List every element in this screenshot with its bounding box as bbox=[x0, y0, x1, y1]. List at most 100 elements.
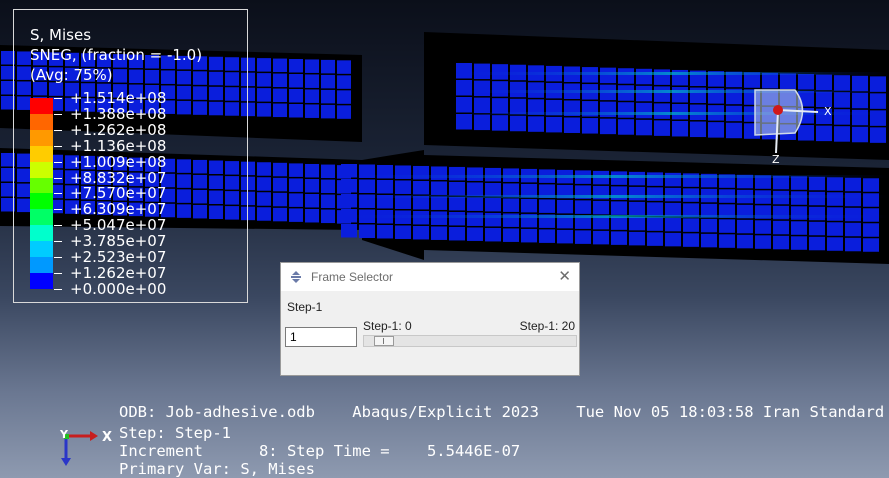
mesh-element bbox=[305, 178, 319, 193]
mesh-element bbox=[719, 219, 735, 233]
mesh-element bbox=[377, 179, 393, 194]
mesh-element bbox=[289, 74, 303, 88]
mesh-element bbox=[305, 89, 319, 103]
mesh-element bbox=[431, 196, 447, 210]
mesh-element bbox=[289, 163, 303, 177]
increment-info-line: Increment 8: Step Time = 5.5446E-07 bbox=[119, 442, 521, 460]
legend-value: +6.309e+07 bbox=[70, 200, 167, 219]
mesh-element bbox=[456, 114, 472, 130]
mesh-element bbox=[503, 198, 519, 212]
legend-tick bbox=[54, 257, 62, 258]
odb-info-line: ODB: Job-adhesive.odb Abaqus/Explicit 20… bbox=[119, 403, 889, 421]
legend-value: +0.000e+00 bbox=[70, 279, 167, 298]
mesh-element bbox=[528, 116, 544, 132]
legend-tick bbox=[54, 161, 62, 163]
mesh-element bbox=[809, 221, 825, 236]
mesh-element bbox=[273, 192, 287, 207]
mesh-element bbox=[575, 200, 591, 214]
legend-value: +1.009e+08 bbox=[70, 152, 167, 171]
mesh-element bbox=[492, 64, 508, 80]
mesh-element bbox=[467, 167, 483, 181]
mesh-element bbox=[510, 81, 526, 98]
mesh-element bbox=[467, 212, 483, 226]
mesh-element bbox=[503, 183, 519, 197]
frame-slider[interactable] bbox=[363, 335, 577, 347]
close-icon[interactable]: ✕ bbox=[558, 267, 571, 285]
mesh-element bbox=[701, 233, 717, 248]
legend-value: +5.047e+07 bbox=[70, 216, 167, 235]
mesh-element bbox=[737, 219, 753, 234]
legend-value: +1.514e+08 bbox=[70, 89, 167, 107]
mesh-element bbox=[289, 59, 303, 73]
mesh-element bbox=[629, 171, 645, 186]
mesh-element bbox=[377, 224, 393, 239]
local-z-label: Z bbox=[772, 153, 780, 165]
contour-legend: S, Mises SNEG, (fraction = -1.0) (Avg: 7… bbox=[13, 9, 248, 303]
mesh-element bbox=[359, 224, 375, 238]
legend-swatch bbox=[30, 241, 53, 258]
legend-swatch bbox=[30, 225, 53, 242]
mesh-element bbox=[870, 93, 886, 109]
frame-selector-icon bbox=[291, 271, 301, 283]
mesh-element bbox=[726, 122, 742, 139]
dialog-titlebar[interactable]: Frame Selector ✕ bbox=[281, 263, 579, 291]
mesh-element bbox=[485, 197, 501, 212]
mesh-element bbox=[809, 176, 825, 191]
mesh-element bbox=[737, 234, 753, 249]
mesh-element bbox=[611, 201, 627, 215]
mesh-element bbox=[683, 233, 699, 247]
mesh-element bbox=[827, 177, 843, 191]
mesh-element bbox=[773, 220, 789, 235]
mesh-element bbox=[449, 226, 465, 241]
mesh-element bbox=[665, 232, 681, 247]
mesh-element bbox=[305, 59, 319, 73]
frame-selector-dialog[interactable]: Frame Selector ✕ Step-1 Step-1: 0 Step-1… bbox=[280, 262, 580, 376]
mesh-element bbox=[485, 167, 501, 182]
mesh-element bbox=[492, 115, 508, 131]
legend-tick bbox=[54, 113, 62, 115]
legend-tick bbox=[54, 193, 62, 195]
mesh-element bbox=[870, 76, 886, 92]
mesh-element bbox=[289, 89, 303, 103]
mesh-element bbox=[557, 199, 573, 214]
mesh-element bbox=[273, 177, 287, 192]
mesh-element bbox=[618, 68, 634, 84]
global-axis-triad: Y X bbox=[59, 428, 112, 466]
mesh-element bbox=[672, 86, 688, 103]
mesh-element bbox=[449, 166, 465, 181]
mesh-element bbox=[629, 186, 645, 201]
legend-swatch bbox=[30, 161, 53, 178]
mesh-element bbox=[456, 97, 472, 113]
mesh-element bbox=[341, 224, 357, 238]
model-viewport[interactable]: S, Mises SNEG, (fraction = -1.0) (Avg: 7… bbox=[0, 0, 889, 478]
mesh-element bbox=[431, 226, 447, 240]
mesh-element bbox=[289, 208, 303, 222]
mesh-element bbox=[305, 74, 319, 88]
mesh-element bbox=[852, 92, 868, 109]
mesh-element bbox=[273, 162, 287, 177]
legend-swatch bbox=[30, 177, 53, 194]
mesh-element bbox=[492, 98, 508, 114]
mesh-element bbox=[863, 178, 879, 192]
mesh-element bbox=[337, 60, 351, 74]
mesh-element bbox=[647, 217, 663, 231]
mesh-element bbox=[539, 229, 555, 243]
step-label: Step-1 bbox=[287, 300, 323, 314]
mesh-element bbox=[257, 162, 271, 176]
mesh-element bbox=[431, 181, 447, 195]
mesh-element bbox=[305, 104, 319, 118]
mesh-element bbox=[600, 118, 616, 135]
mesh-element bbox=[719, 234, 735, 248]
mesh-element bbox=[690, 87, 706, 104]
legend-value: +7.570e+07 bbox=[70, 184, 167, 203]
mesh-element bbox=[654, 120, 670, 136]
slider-handle[interactable] bbox=[374, 336, 394, 346]
mesh-element bbox=[870, 127, 886, 143]
mesh-element bbox=[257, 207, 271, 221]
mesh-element bbox=[413, 180, 429, 195]
mesh-element bbox=[791, 236, 807, 250]
mesh-element bbox=[273, 103, 287, 118]
frame-number-input[interactable] bbox=[285, 327, 357, 347]
mesh-element bbox=[395, 225, 411, 239]
mesh-element bbox=[492, 81, 508, 97]
